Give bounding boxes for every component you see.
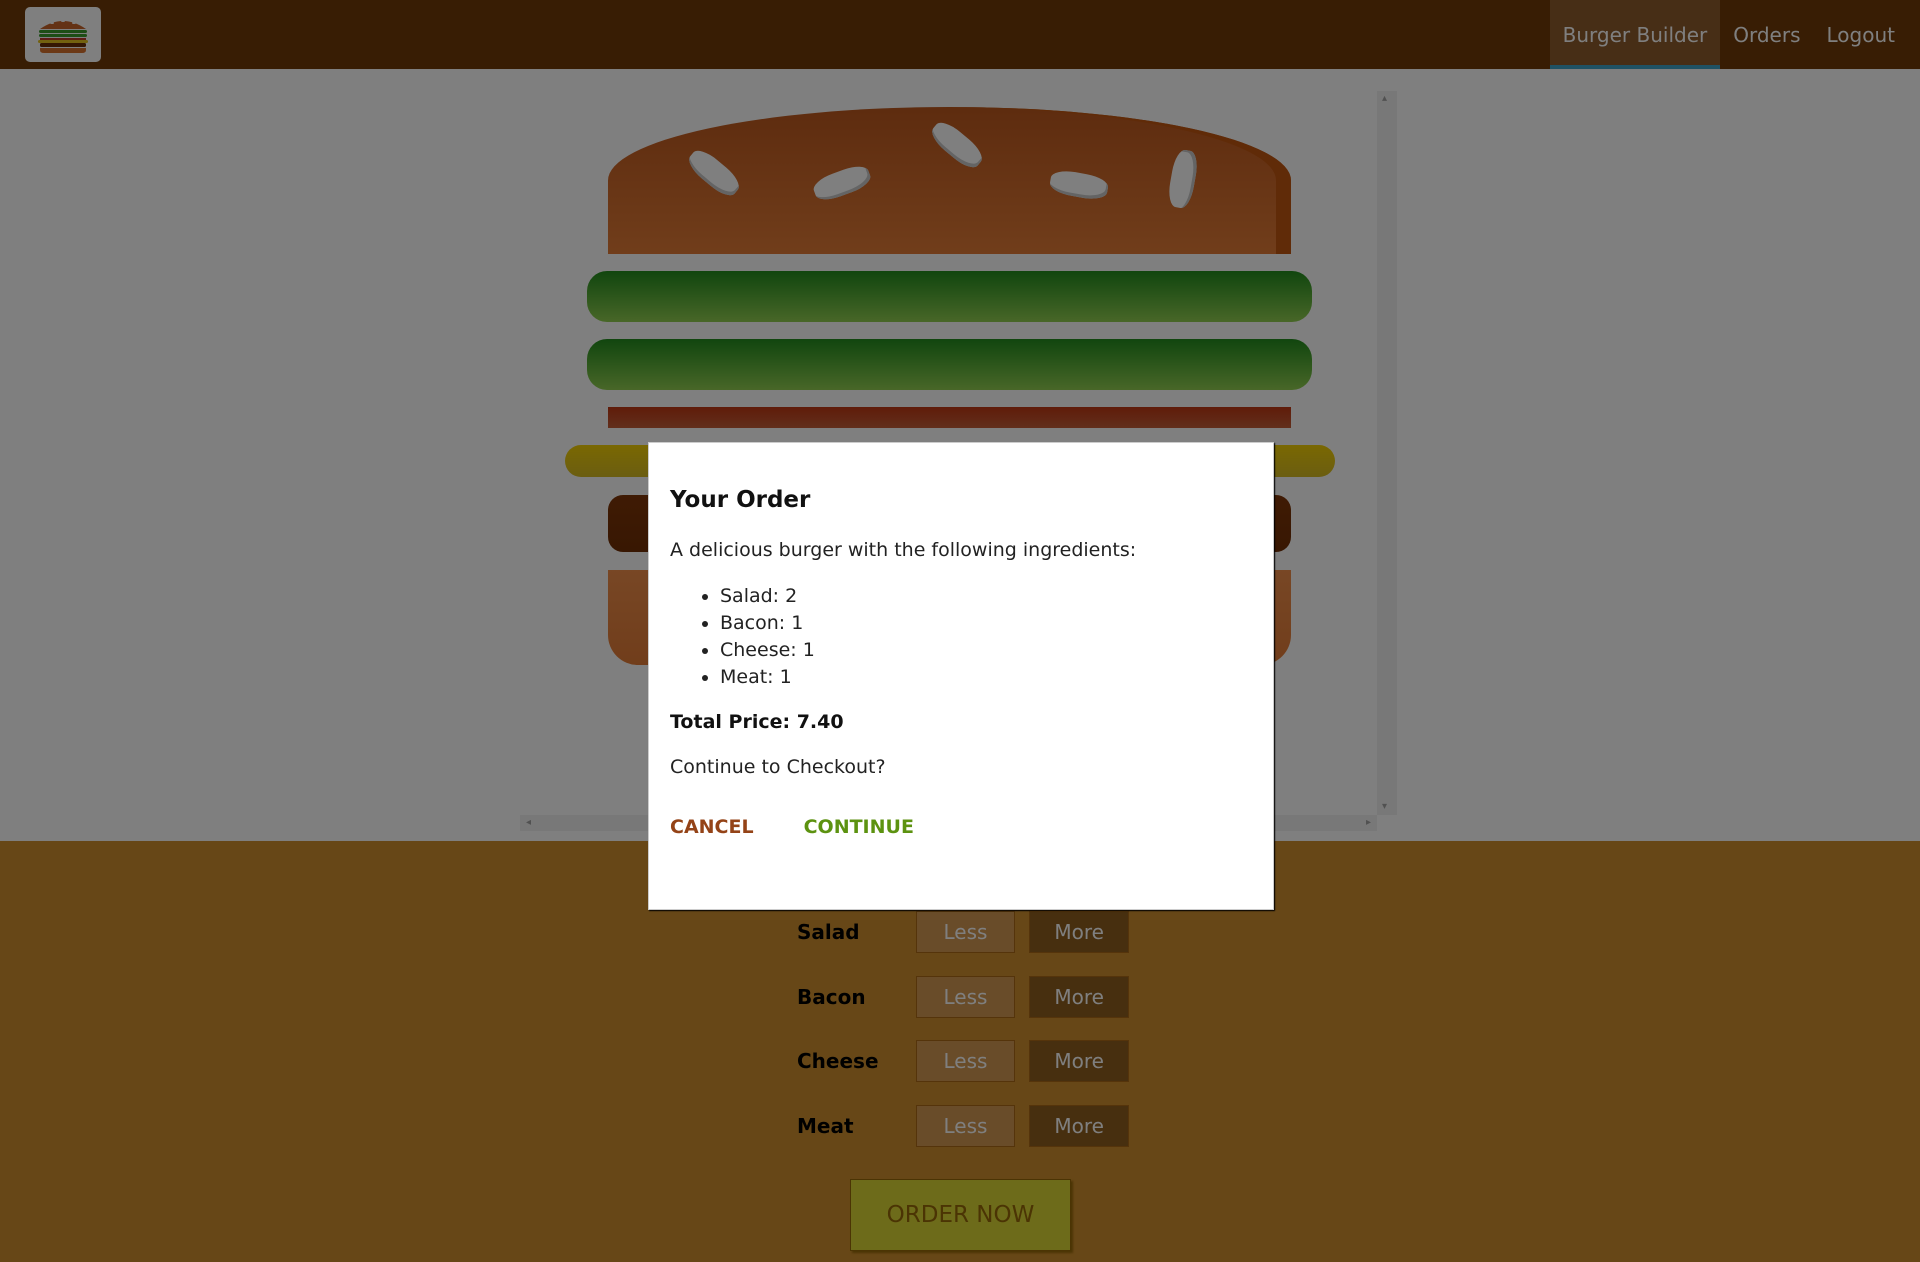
modal-intro: A delicious burger with the following in…: [670, 539, 1137, 561]
modal-title: Your Order: [670, 487, 811, 513]
continue-button[interactable]: CONTINUE: [804, 816, 914, 838]
ingredient-list: Salad: 2 Bacon: 1 Cheese: 1 Meat: 1: [670, 583, 1253, 691]
list-item: Bacon: 1: [720, 610, 1253, 637]
modal-actions: CANCEL CONTINUE: [670, 816, 1253, 838]
cancel-button[interactable]: CANCEL: [670, 816, 754, 838]
list-item: Meat: 1: [720, 664, 1253, 691]
total-price: Total Price: 7.40: [670, 711, 844, 733]
list-item: Salad: 2: [720, 583, 1253, 610]
continue-question: Continue to Checkout?: [670, 756, 886, 778]
list-item: Cheese: 1: [720, 637, 1253, 664]
order-summary-modal: Your Order A delicious burger with the f…: [648, 442, 1274, 910]
